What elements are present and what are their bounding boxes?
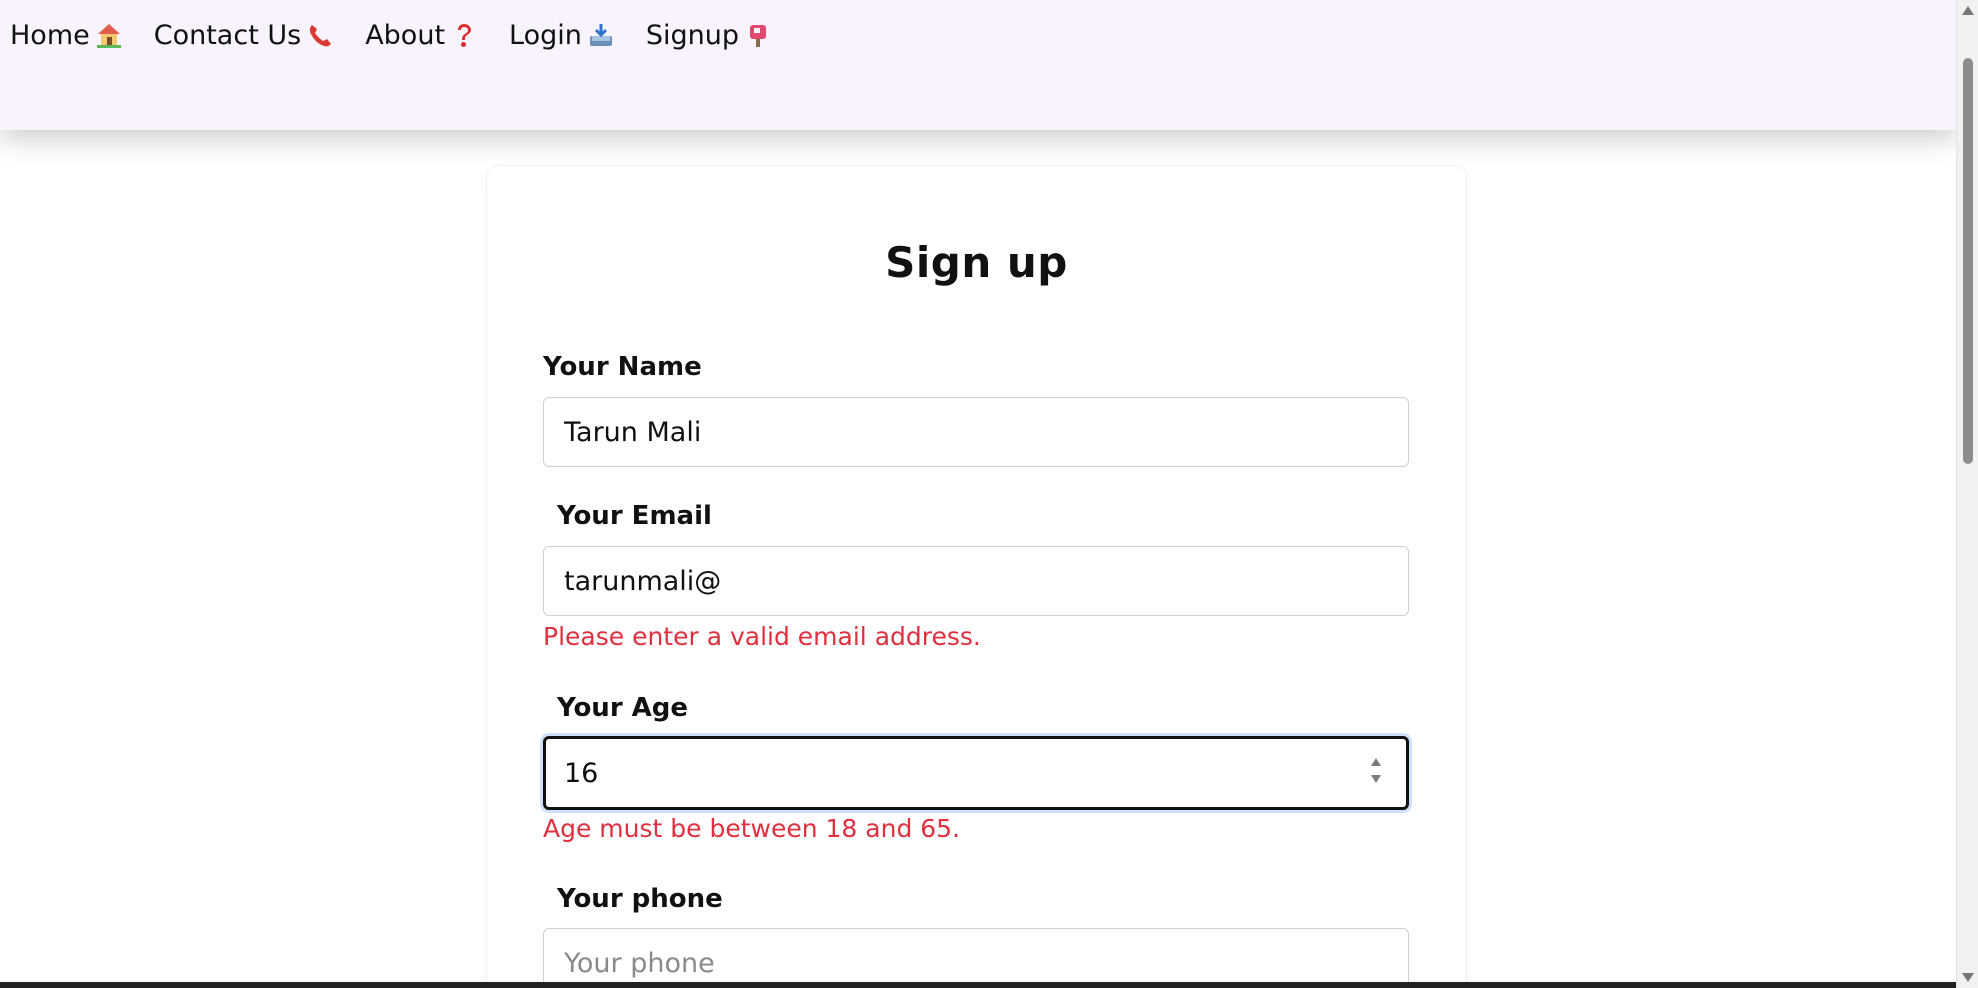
email-input[interactable]: [543, 546, 1409, 616]
question-icon: [449, 20, 479, 50]
inbox-icon: [586, 20, 616, 50]
name-label: Your Name: [543, 352, 702, 382]
age-label: Your Age: [557, 693, 689, 723]
page: Home Contact Us About Login Signup Sign …: [0, 0, 1978, 988]
scroll-up-icon[interactable]: [1962, 6, 1974, 15]
nav-links: Home Contact Us About Login Signup: [10, 20, 773, 50]
phone-label: Your phone: [557, 884, 723, 914]
top-navbar: Home Contact Us About Login Signup: [0, 0, 1956, 130]
nav-link-label: Login: [509, 19, 582, 51]
nav-link-label: Contact Us: [153, 19, 302, 51]
window-bottom-edge: [0, 982, 1956, 988]
form-title: Sign up: [885, 238, 1068, 287]
house-icon: [94, 20, 124, 50]
nav-link-label: About: [365, 19, 446, 51]
nav-link-home[interactable]: Home: [10, 20, 124, 50]
scroll-thumb[interactable]: [1963, 58, 1973, 464]
age-error: Age must be between 18 and 65.: [543, 814, 961, 843]
nav-link-contact[interactable]: Contact Us: [154, 20, 335, 50]
scroll-down-icon[interactable]: [1962, 973, 1974, 982]
age-field: [543, 736, 1409, 810]
nav-link-label: Signup: [645, 19, 740, 51]
nav-link-signup[interactable]: Signup: [646, 20, 773, 50]
phone-input[interactable]: [543, 928, 1409, 988]
email-label: Your Email: [557, 501, 712, 531]
vertical-scrollbar[interactable]: [1956, 0, 1978, 988]
email-error: Please enter a valid email address.: [543, 622, 981, 651]
mailbox-icon: [743, 20, 773, 50]
age-input[interactable]: [543, 736, 1409, 810]
nav-link-label: Home: [10, 19, 90, 51]
signup-form-card: Sign up Your Name Your Email Please ente…: [487, 166, 1466, 988]
nav-link-about[interactable]: About: [365, 20, 479, 50]
name-input[interactable]: [543, 397, 1409, 467]
phone-icon: [305, 20, 335, 50]
nav-link-login[interactable]: Login: [509, 20, 616, 50]
age-stepper-icon[interactable]: [1369, 754, 1383, 788]
